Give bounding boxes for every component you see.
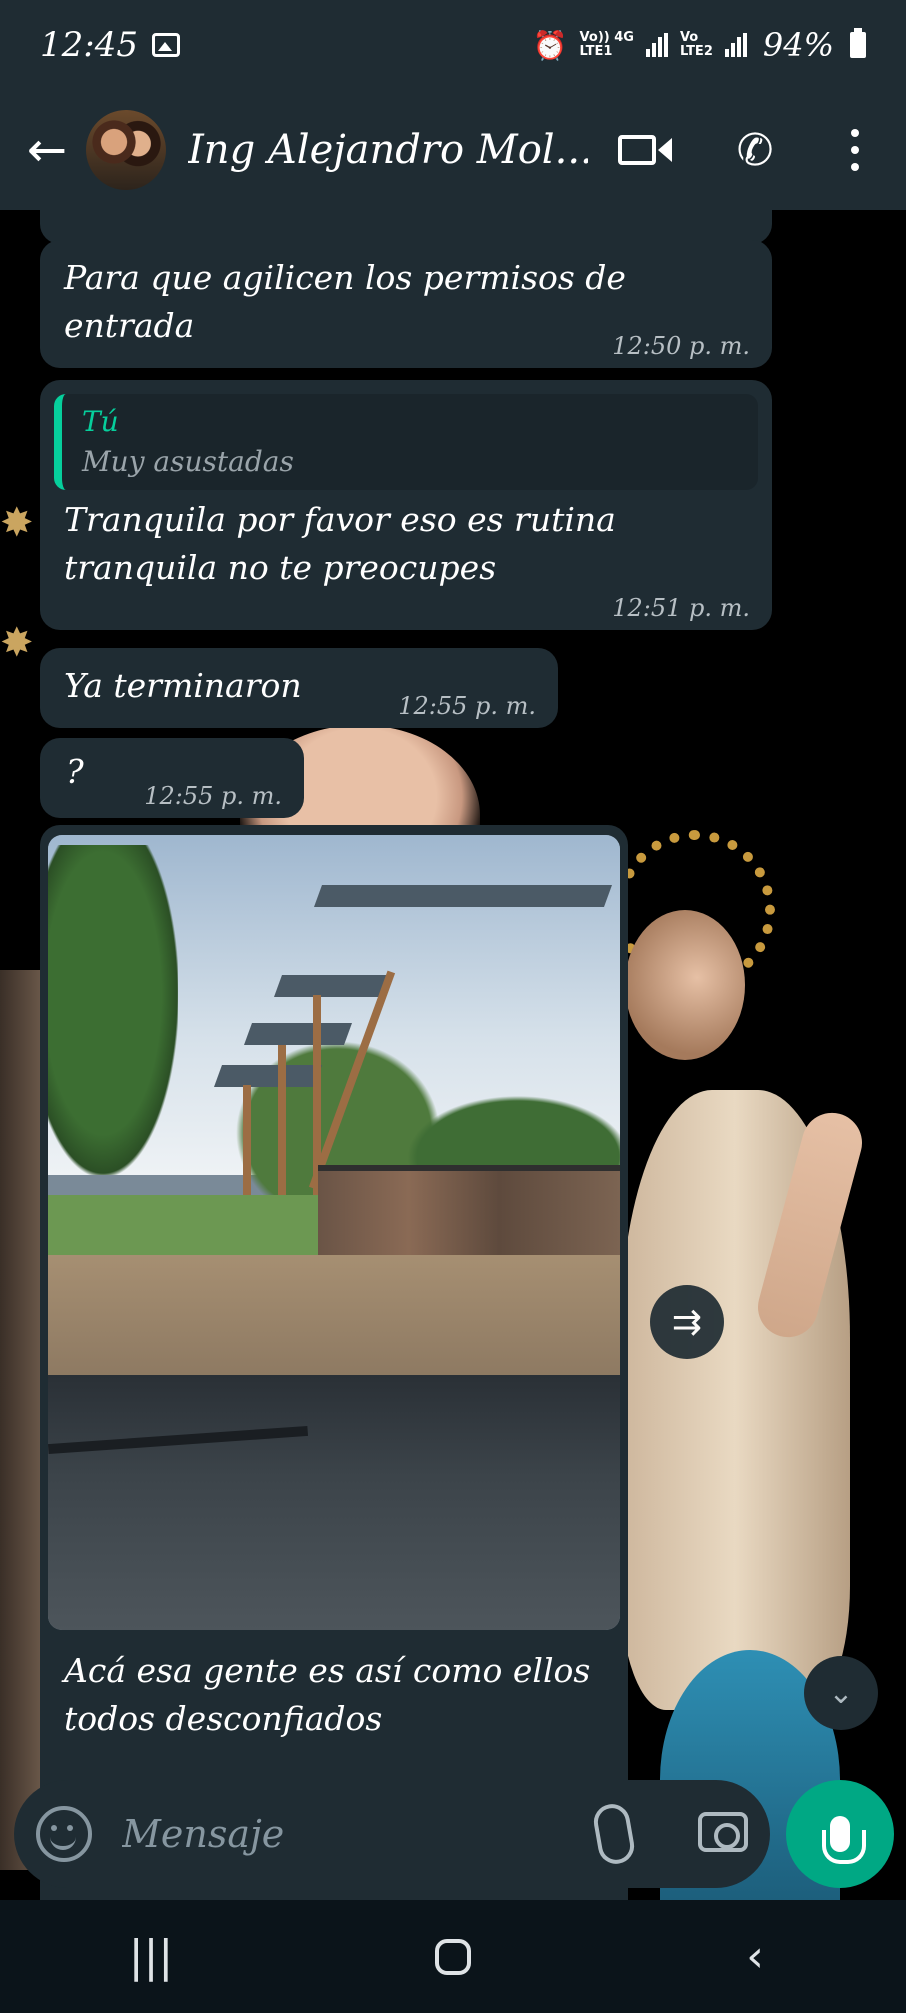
quoted-reply[interactable]: Tú Muy asustadas	[54, 394, 758, 490]
message-bubble-cut[interactable]	[40, 210, 772, 244]
signal-icon-2	[724, 33, 747, 57]
battery-icon	[850, 28, 866, 58]
image-caption: Acá esa gente es así como ellos todos de…	[64, 1651, 591, 1738]
message-bubble-reply[interactable]: Tú Muy asustadas Tranquila por favor eso…	[40, 380, 772, 630]
wallpaper-child-head	[625, 910, 745, 1060]
more-options-icon[interactable]	[820, 90, 890, 210]
message-text: Para que agilicen los permisos de entrad…	[64, 258, 626, 345]
message-text: Tranquila por favor eso es rutina tranqu…	[64, 500, 616, 587]
status-time: 12:45	[40, 25, 138, 65]
whatsapp-chat-screen: 12:45 ⏰ Vo)) 4G LTE1 Vo LTE2 94% ← Ing A…	[0, 0, 906, 2013]
sim2-indicator: Vo LTE2	[679, 30, 713, 59]
home-icon[interactable]	[435, 1938, 471, 1975]
forward-icon[interactable]: ⇉	[650, 1285, 724, 1359]
attach-icon[interactable]	[591, 1801, 637, 1867]
message-bubble[interactable]: Ya terminaron 12:55 p. m.	[40, 648, 558, 728]
contact-name[interactable]: Ing Alejandro Mol...	[188, 127, 588, 173]
recent-apps-icon[interactable]: |||	[91, 1931, 211, 1982]
message-input[interactable]	[122, 1812, 542, 1856]
emoji-icon[interactable]	[36, 1806, 92, 1862]
star-icon: ✸	[0, 620, 34, 666]
message-time: 12:55 p. m.	[398, 692, 536, 720]
alarm-icon: ⏰	[532, 28, 568, 62]
avatar[interactable]	[86, 110, 166, 190]
message-bubble[interactable]: Para que agilicen los permisos de entrad…	[40, 240, 772, 368]
system-nav-bar: ||| ‹	[0, 1900, 906, 2013]
mic-icon[interactable]	[786, 1780, 894, 1888]
sim1-indicator: Vo)) 4G LTE1	[579, 30, 634, 59]
star-icon: ✸	[0, 500, 34, 546]
status-bar: 12:45 ⏰ Vo)) 4G LTE1 Vo LTE2 94%	[0, 0, 906, 90]
back-arrow-icon[interactable]: ←	[12, 115, 82, 185]
gallery-notification-icon	[151, 33, 180, 57]
battery-percent: 94%	[762, 26, 834, 64]
shared-photo[interactable]	[48, 835, 620, 1630]
status-indicators: ⏰ Vo)) 4G LTE1 Vo LTE2 94%	[533, 26, 866, 64]
back-nav-icon[interactable]: ‹	[695, 1931, 815, 1982]
message-time: 12:50 p. m.	[612, 332, 750, 360]
message-bubble[interactable]: ? 12:55 p. m.	[40, 738, 304, 818]
reply-author: Tú	[82, 405, 119, 438]
video-call-icon[interactable]	[610, 90, 680, 210]
message-time: 12:51 p. m.	[612, 594, 750, 622]
reply-text: Muy asustadas	[82, 445, 294, 478]
message-time: 12:55 p. m.	[144, 782, 282, 810]
signal-icon	[645, 33, 668, 57]
camera-icon[interactable]	[698, 1812, 748, 1852]
message-composer	[14, 1780, 770, 1888]
scroll-down-icon[interactable]: ⌄	[804, 1656, 878, 1730]
chat-header: ← Ing Alejandro Mol... ✆	[0, 90, 906, 210]
phone-icon[interactable]: ✆	[720, 90, 790, 210]
